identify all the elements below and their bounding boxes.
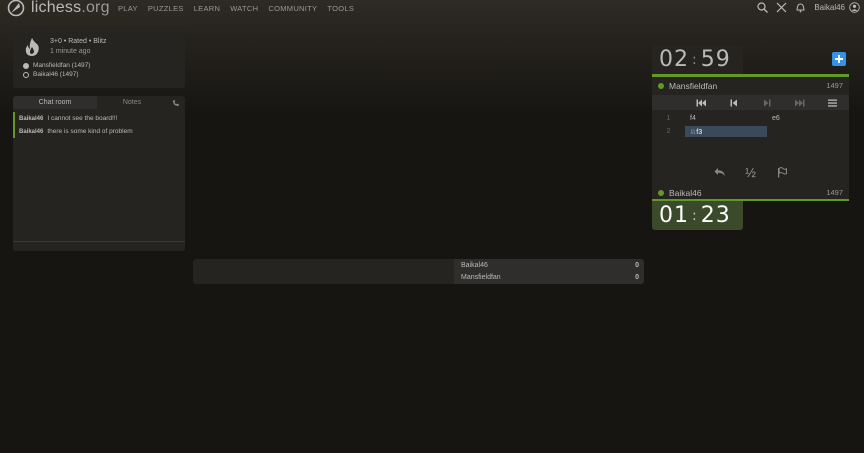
logo-text: lichess.org [31, 0, 110, 16]
white-move[interactable]: f4 [685, 113, 767, 124]
nav-puzzles[interactable]: PUZZLES [148, 4, 184, 13]
opponent-clock-minutes: 02 [659, 47, 689, 72]
skip-forward-icon [794, 99, 805, 106]
crosstable-row[interactable]: Baikal46 0 [461, 262, 639, 269]
main-nav: PLAY PUZZLES LEARN WATCH COMMUNITY TOOLS [118, 4, 364, 13]
offer-draw-button[interactable]: ½ [735, 164, 766, 180]
next-move-button[interactable] [751, 95, 784, 110]
black-move[interactable] [767, 126, 849, 137]
own-player-name[interactable]: Baikal46 [669, 188, 702, 198]
nav-community[interactable]: COMMUNITY [268, 4, 317, 13]
last-move-button[interactable] [783, 95, 816, 110]
clock-colon: : [692, 51, 698, 68]
give-time-button[interactable] [832, 52, 846, 66]
opponent-clock: 02:59 [652, 45, 743, 74]
white-piece-icon [23, 62, 29, 69]
opponent-player-row: Mansfieldfan 1497 [652, 77, 849, 94]
user-menu-name[interactable]: Baikal46 [814, 3, 845, 12]
blitz-fire-icon [25, 38, 39, 56]
game-setup: 3+0 • Rated • Blitz [50, 38, 107, 45]
crosstable-row[interactable]: Mansfieldfan 0 [461, 274, 639, 281]
search-icon[interactable] [757, 2, 769, 13]
takeback-button[interactable] [704, 164, 735, 180]
plus-icon [835, 55, 843, 63]
black-move[interactable]: e6 [767, 113, 849, 124]
chat-message-text: I cannot see the board!!! [47, 115, 118, 122]
nav-watch[interactable]: WATCH [230, 4, 258, 13]
black-player-entry[interactable]: Baikal46 (1497) [23, 71, 79, 78]
step-back-icon [730, 99, 738, 106]
white-move-current[interactable]: ♘f3 [685, 126, 767, 137]
chat-panel: Chat room Notes Baikal46 I cannot see th… [13, 96, 185, 251]
takeback-arrow-icon [714, 168, 725, 176]
crosstable-score: 0 [635, 274, 639, 281]
move-number: 1 [666, 115, 671, 122]
resign-button[interactable] [766, 164, 797, 180]
crosstable-names: Baikal46 0 Mansfieldfan 0 [454, 259, 644, 284]
crosstable-score: 0 [635, 262, 639, 269]
skip-back-icon [696, 99, 707, 106]
clock-colon: : [692, 207, 698, 224]
lichess-logo-icon [7, 0, 25, 17]
first-move-button[interactable] [685, 95, 718, 110]
move-navigation [652, 95, 849, 110]
move-number: 2 [666, 128, 671, 135]
white-player-entry[interactable]: Mansfieldfan (1497) [23, 62, 90, 69]
step-forward-icon [763, 99, 771, 106]
game-controls: ½ [652, 164, 849, 180]
game-time-ago: 1 minute ago [50, 48, 91, 55]
voice-chat-phone-icon[interactable] [167, 96, 185, 109]
opponent-rating: 1497 [826, 81, 843, 90]
draw-label: ½ [745, 164, 756, 180]
site-logo[interactable]: lichess.org [6, 0, 110, 17]
tab-notes[interactable]: Notes [97, 96, 167, 109]
menu-button[interactable] [816, 95, 849, 110]
site-header: lichess.org PLAY PUZZLES LEARN WATCH COM… [0, 0, 864, 17]
chat-input[interactable] [13, 241, 185, 251]
black-player-name: Baikal46 (1497) [33, 71, 79, 78]
own-clock-minutes: 01 [659, 203, 689, 228]
crosstable: Baikal46 0 Mansfieldfan 0 [193, 259, 644, 284]
online-status-icon [658, 82, 664, 89]
opponent-name[interactable]: Mansfieldfan [669, 81, 717, 91]
own-clock: 01:23 [652, 201, 743, 230]
chat-message: Baikal46 there is some kind of problem [13, 125, 185, 138]
game-info-panel: 3+0 • Rated • Blitz 1 minute ago Mansfie… [13, 27, 185, 88]
nav-learn[interactable]: LEARN [194, 4, 221, 13]
previous-move-button[interactable] [718, 95, 751, 110]
crosstable-player: Mansfieldfan [461, 274, 501, 281]
chat-message: Baikal46 I cannot see the board!!! [13, 112, 185, 125]
chat-message-user[interactable]: Baikal46 [19, 116, 43, 122]
move-list: 1 f4 e6 2 ♘f3 [652, 112, 849, 138]
move-row: 2 ♘f3 [652, 125, 849, 138]
chat-messages: Baikal46 I cannot see the board!!! Baika… [13, 112, 185, 138]
nav-tools[interactable]: TOOLS [327, 4, 354, 13]
chat-message-text: there is some kind of problem [47, 128, 133, 135]
hamburger-menu-icon [828, 99, 838, 107]
black-piece-icon [23, 71, 29, 78]
white-player-name: Mansfieldfan (1497) [33, 62, 91, 69]
nav-play[interactable]: PLAY [118, 4, 138, 13]
resign-flag-icon [777, 166, 787, 177]
notifications-bell-icon[interactable] [795, 2, 806, 13]
chat-message-user[interactable]: Baikal46 [19, 129, 43, 135]
moves-panel: 1 f4 e6 2 ♘f3 ½ [652, 94, 849, 184]
chat-tabs: Chat room Notes [13, 96, 185, 109]
header-right: Baikal46 [749, 2, 860, 13]
online-status-icon [658, 189, 664, 196]
own-player-rating: 1497 [826, 188, 843, 197]
opponent-clock-seconds: 59 [700, 47, 731, 72]
move-row: 1 f4 e6 [652, 112, 849, 125]
user-avatar-icon[interactable] [849, 2, 860, 13]
crosstable-player: Baikal46 [461, 262, 488, 269]
challenges-swords-icon[interactable] [776, 2, 787, 13]
own-clock-seconds: 23 [700, 203, 731, 228]
tab-chat-room[interactable]: Chat room [13, 96, 97, 109]
